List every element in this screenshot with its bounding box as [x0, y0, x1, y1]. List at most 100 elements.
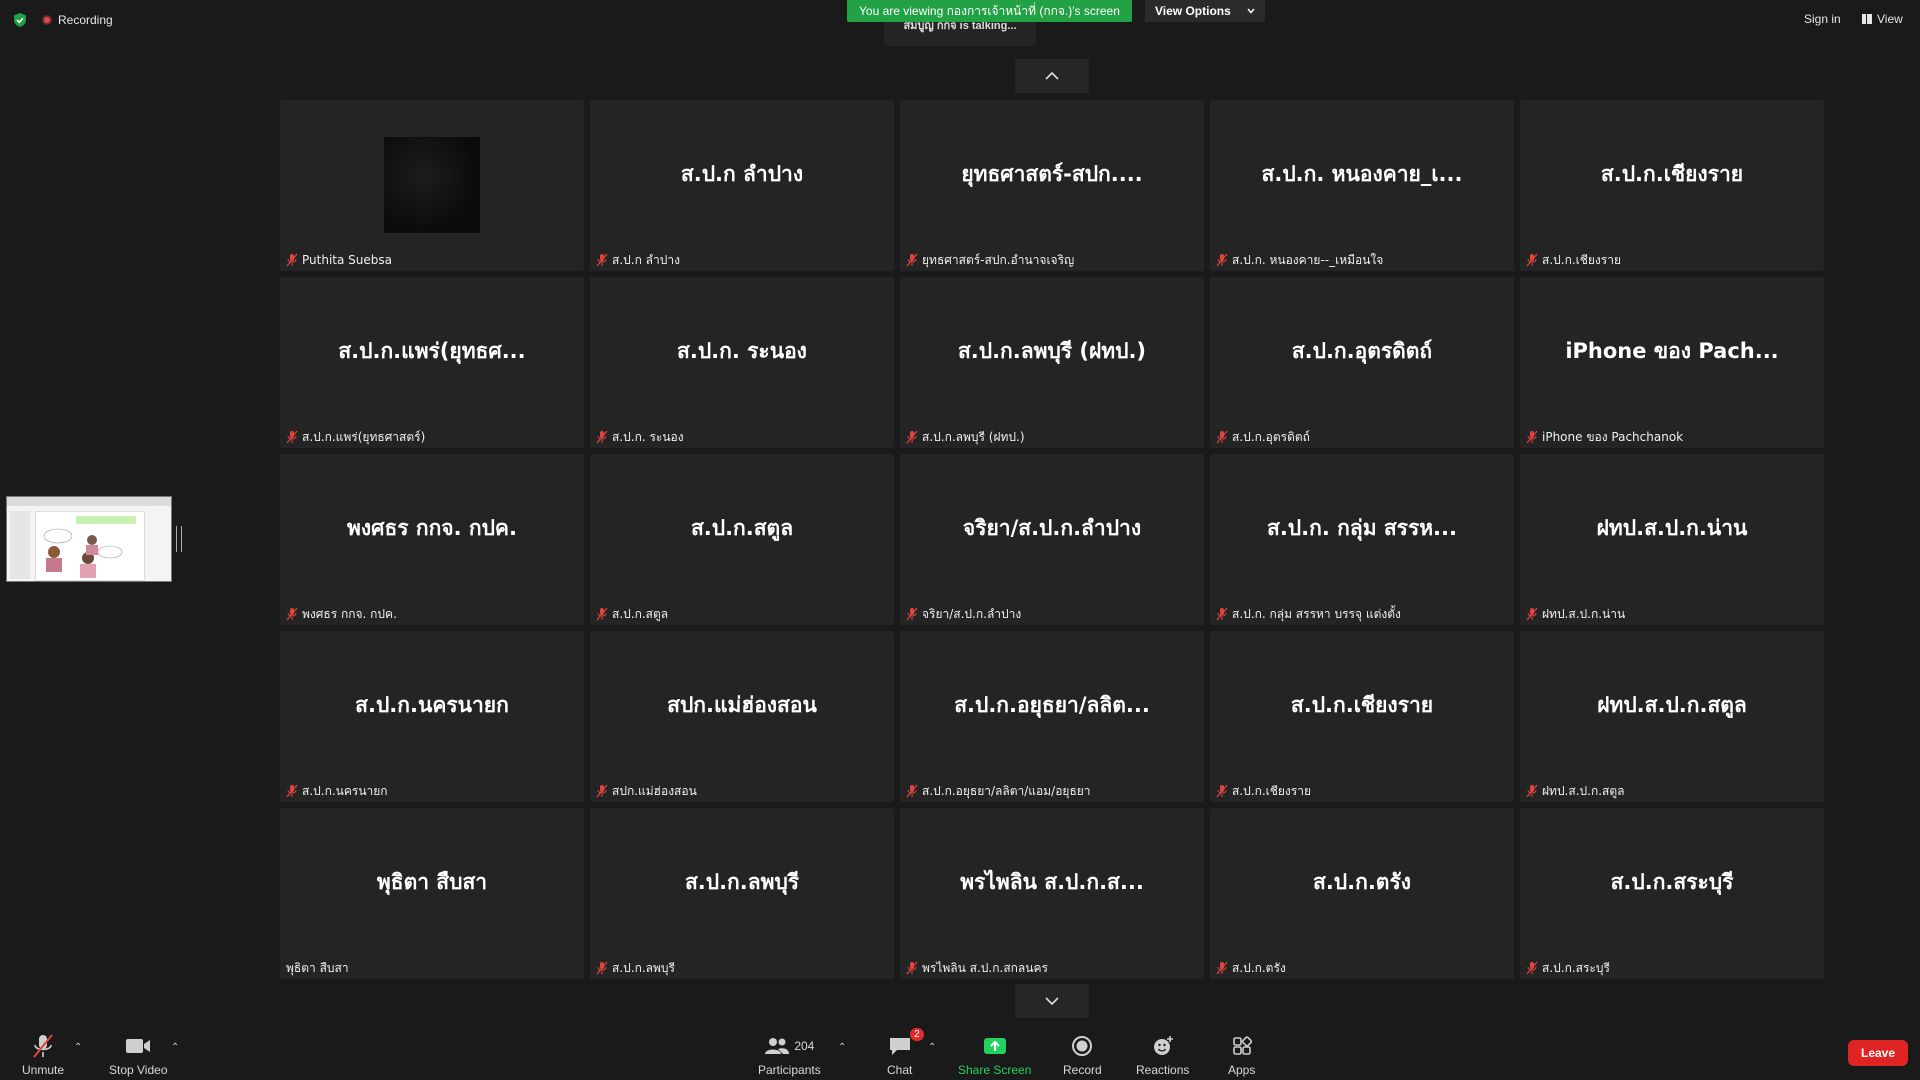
- chevron-down-icon: [1045, 997, 1059, 1006]
- view-options-dropdown[interactable]: View Options: [1145, 0, 1265, 22]
- chat-unread-badge: 2: [910, 1028, 924, 1041]
- leave-button[interactable]: Leave: [1848, 1040, 1908, 1066]
- participant-display-name: ส.ป.ก.ลพบุรี (ฝทป.): [957, 339, 1147, 363]
- chat-caret-icon[interactable]: ⌃: [928, 1042, 936, 1053]
- stop-video-button[interactable]: Stop Video: [109, 1032, 168, 1077]
- participant-name-tag: สปก.แม่ฮ่องสอน: [596, 782, 697, 800]
- participant-tile[interactable]: ส.ป.ก.สตูล ส.ป.ก.สตูล: [590, 454, 894, 625]
- gallery-page-down-button[interactable]: [1015, 984, 1089, 1018]
- participant-name-tag: ส.ป.ก.นครนายก: [286, 782, 388, 800]
- participant-name-tag: ส.ป.ก.สระบุรี: [1526, 959, 1610, 977]
- share-screen-button[interactable]: Share Screen: [958, 1032, 1031, 1077]
- participant-tile[interactable]: พรไพลิน ส.ป.ก.ส... พรไพลิน ส.ป.ก.สกลนคร: [900, 808, 1204, 979]
- mic-muted-icon: [1216, 430, 1228, 444]
- mic-muted-icon: [286, 430, 298, 444]
- participant-name: ส.ป.ก ลำปาง: [612, 252, 680, 267]
- view-options-label: View Options: [1155, 4, 1231, 18]
- participant-tile[interactable]: พุธิตา สืบสา พุธิตา สืบสา: [280, 808, 584, 979]
- participant-tile[interactable]: ส.ป.ก.ลพบุรี ส.ป.ก.ลพบุรี: [590, 808, 894, 979]
- video-camera-icon: [126, 1039, 151, 1053]
- recording-indicator[interactable]: Recording: [42, 13, 113, 27]
- participant-name-tag: ฝทป.ส.ป.ก.น่าน: [1526, 605, 1625, 623]
- participant-display-name: ฝทป.ส.ป.ก.สตูล: [1597, 693, 1747, 717]
- chat-label: Chat: [887, 1063, 913, 1077]
- participant-tile[interactable]: ส.ป.ก.เชียงราย ส.ป.ก.เชียงราย: [1520, 100, 1824, 271]
- mic-muted-icon: [906, 253, 918, 267]
- gallery-page-up-button[interactable]: [1015, 59, 1089, 93]
- participant-tile[interactable]: ส.ป.ก. ระนอง ส.ป.ก. ระนอง: [590, 277, 894, 448]
- participant-name: Puthita Suebsa: [302, 253, 392, 267]
- shield-check-icon[interactable]: [12, 12, 28, 28]
- participant-tile[interactable]: ยุทธศาสตร์-สปก.... ยุทธศาสตร์-สปก.อำนาจเจ…: [900, 100, 1204, 271]
- participant-tile[interactable]: ส.ป.ก.นครนายก ส.ป.ก.นครนายก: [280, 631, 584, 802]
- mic-muted-icon: [906, 607, 918, 621]
- view-label: View: [1877, 12, 1903, 26]
- participant-tile[interactable]: สปก.แม่ฮ่องสอน สปก.แม่ฮ่องสอน: [590, 631, 894, 802]
- participant-tile[interactable]: ส.ป.ก ลำปาง ส.ป.ก ลำปาง: [590, 100, 894, 271]
- recording-dot-icon: [42, 15, 52, 25]
- audio-options-caret-icon[interactable]: ⌃: [74, 1042, 82, 1053]
- record-label: Record: [1063, 1063, 1102, 1077]
- apps-button[interactable]: Apps: [1228, 1032, 1255, 1077]
- participant-name: ส.ป.ก.ลพบุรี (ฝทป.): [922, 429, 1025, 444]
- participant-tile[interactable]: ส.ป.ก.แพร่(ยุทธศ... ส.ป.ก.แพร่(ยุทธศาสตร์…: [280, 277, 584, 448]
- shared-screen-thumbnail[interactable]: [6, 496, 172, 582]
- mic-muted-icon: [33, 1034, 53, 1058]
- participant-name-tag: ส.ป.ก.ลพบุรี: [596, 959, 675, 977]
- participant-tile[interactable]: ส.ป.ก.ตรัง ส.ป.ก.ตรัง: [1210, 808, 1514, 979]
- mic-muted-icon: [596, 253, 608, 267]
- participant-tile[interactable]: ส.ป.ก.ลพบุรี (ฝทป.) ส.ป.ก.ลพบุรี (ฝทป.): [900, 277, 1204, 448]
- participant-tile[interactable]: ส.ป.ก.เชียงราย ส.ป.ก.เชียงราย: [1210, 631, 1514, 802]
- participant-name-tag: ส.ป.ก. หนองคาย--_เหมือนใจ: [1216, 251, 1383, 269]
- participants-caret-icon[interactable]: ⌃: [838, 1042, 846, 1053]
- participants-count: 204: [794, 1039, 815, 1053]
- participant-name: ส.ป.ก.นครนายก: [302, 783, 388, 798]
- mic-muted-icon: [596, 607, 608, 621]
- reactions-button[interactable]: Reactions: [1136, 1032, 1189, 1077]
- participant-name: สปก.แม่ฮ่องสอน: [612, 783, 697, 798]
- chat-button[interactable]: 2 Chat: [887, 1028, 924, 1077]
- sign-in-button[interactable]: Sign in: [1804, 12, 1841, 26]
- unmute-button[interactable]: Unmute: [22, 1032, 64, 1077]
- meeting-status: Recording: [12, 12, 113, 28]
- participants-label: Participants: [758, 1063, 821, 1077]
- participant-tile[interactable]: ส.ป.ก.สระบุรี ส.ป.ก.สระบุรี: [1520, 808, 1824, 979]
- record-button[interactable]: Record: [1063, 1032, 1102, 1077]
- participant-tile[interactable]: Puthita Suebsa: [280, 100, 584, 271]
- gallery-grid: Puthita Suebsa ส.ป.ก ลำปาง ส.ป.ก ลำปาง ยุทธ…: [280, 100, 1824, 979]
- participant-tile[interactable]: ฝทป.ส.ป.ก.น่าน ฝทป.ส.ป.ก.น่าน: [1520, 454, 1824, 625]
- participant-tile[interactable]: ส.ป.ก.อยุธยา/ลลิต... ส.ป.ก.อยุธยา/ลลิตา/แ…: [900, 631, 1204, 802]
- participant-tile[interactable]: พงศธร กกจ. กปค. พงศธร กกจ. กปค.: [280, 454, 584, 625]
- participant-name: ส.ป.ก.เชียงราย: [1542, 252, 1622, 267]
- view-button[interactable]: View: [1862, 12, 1903, 26]
- chevron-up-icon: [1045, 71, 1059, 80]
- participant-display-name: ยุทธศาสตร์-สปก....: [961, 162, 1143, 186]
- video-options-caret-icon[interactable]: ⌃: [171, 1042, 179, 1053]
- participant-tile[interactable]: ส.ป.ก. กลุ่ม สรรห... ส.ป.ก. กลุ่ม สรรหา บ…: [1210, 454, 1514, 625]
- participants-button[interactable]: 204 Participants: [758, 1032, 821, 1077]
- mic-muted-icon: [906, 961, 918, 975]
- participant-tile[interactable]: iPhone ของ Pach... iPhone ของ Pachchanok: [1520, 277, 1824, 448]
- participant-display-name: iPhone ของ Pach...: [1565, 339, 1779, 363]
- mic-muted-icon: [1216, 607, 1228, 621]
- participant-name-tag: ส.ป.ก.อุตรดิตถ์: [1216, 428, 1310, 446]
- participant-display-name: ส.ป.ก. กลุ่ม สรรห...: [1267, 516, 1457, 540]
- chevron-down-icon: [1247, 8, 1255, 14]
- participants-icon: [765, 1038, 790, 1054]
- thumbnail-resize-handle[interactable]: [176, 526, 182, 552]
- participant-name: ส.ป.ก.สตูล: [612, 606, 669, 621]
- participant-name: พงศธร กกจ. กปค.: [302, 606, 397, 621]
- participant-tile[interactable]: ส.ป.ก.อุตรดิตถ์ ส.ป.ก.อุตรดิตถ์: [1210, 277, 1514, 448]
- participant-display-name: พุธิตา สืบสา: [376, 870, 488, 894]
- participant-tile[interactable]: ฝทป.ส.ป.ก.สตูล ฝทป.ส.ป.ก.สตูล: [1520, 631, 1824, 802]
- participant-name-tag: พุธิตา สืบสา: [286, 959, 349, 977]
- participant-name: ส.ป.ก.แพร่(ยุทธศาสตร์): [302, 429, 426, 444]
- record-icon: [1072, 1036, 1093, 1056]
- participant-name: พุธิตา สืบสา: [286, 960, 349, 975]
- participant-display-name: ส.ป.ก.ลพบุรี: [684, 870, 800, 894]
- participant-tile[interactable]: จริยา/ส.ป.ก.ลำปาง จริยา/ส.ป.ก.ลำปาง: [900, 454, 1204, 625]
- participant-name: ยุทธศาสตร์-สปก.อำนาจเจริญ: [922, 252, 1075, 267]
- participant-tile[interactable]: ส.ป.ก. หนองคาย_เ... ส.ป.ก. หนองคาย--_เหมื…: [1210, 100, 1514, 271]
- mic-muted-icon: [286, 253, 298, 267]
- stop-video-label: Stop Video: [109, 1063, 168, 1077]
